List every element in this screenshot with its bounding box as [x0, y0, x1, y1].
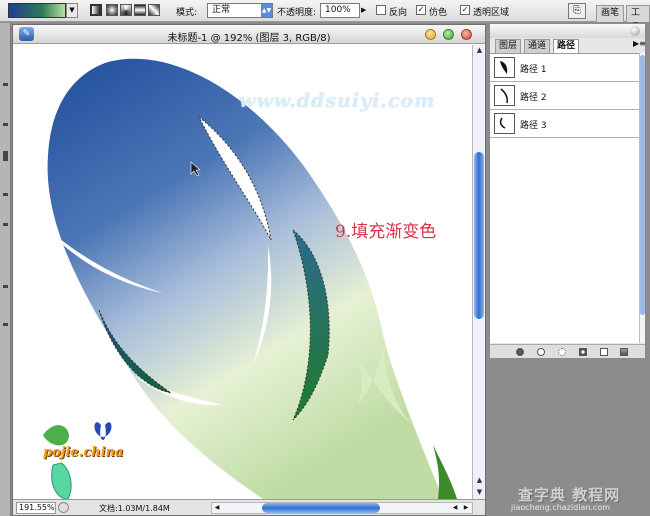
reverse-label: 反向: [389, 8, 408, 18]
tool-tick[interactable]: [3, 223, 8, 226]
diamond-gradient-button[interactable]: [148, 4, 160, 16]
panel-footer: [490, 344, 645, 358]
logo-leaf: [43, 425, 69, 446]
panel-menu-icon[interactable]: ▶≡: [633, 39, 646, 48]
stroke-path-icon[interactable]: [537, 348, 545, 356]
dock-tab-tools[interactable]: 工具: [626, 5, 650, 33]
path-row-2[interactable]: 路径 2: [490, 82, 639, 110]
vertical-scroll-thumb[interactable]: [474, 152, 484, 319]
zoom-button[interactable]: [443, 29, 454, 40]
path-thumbnail: [494, 85, 515, 106]
canvas[interactable]: www.ddsuiyi.com 9.填充渐变色 pojie.china: [13, 45, 471, 499]
tool-tick[interactable]: [3, 123, 8, 126]
toolbox-strip: [0, 23, 11, 516]
panel-close-icon[interactable]: [630, 26, 640, 36]
panel-header[interactable]: [490, 24, 645, 38]
tool-tick[interactable]: [3, 285, 8, 288]
mode-label: 模式:: [176, 8, 198, 18]
vertical-scrollbar[interactable]: ▲ ▲ ▼: [472, 45, 485, 499]
mode-value: 正常: [212, 5, 231, 15]
scroll-up-icon[interactable]: ▲: [474, 45, 485, 56]
site-watermark: 查字典 教程网: [518, 486, 621, 504]
tab-paths[interactable]: 路径: [553, 39, 580, 53]
opacity-arrow-icon[interactable]: ▶: [361, 6, 366, 14]
gradient-swatch[interactable]: [8, 3, 66, 18]
radial-gradient-button[interactable]: [106, 4, 118, 16]
transparency-label: 透明区域: [473, 8, 510, 18]
logo-text: pojie.china: [43, 445, 124, 460]
path-label: 路径 2: [520, 93, 547, 103]
status-bar: 191.55% 文档:1.03M/1.84M ◀ ◀ ▶: [13, 499, 485, 515]
path-thumbnail: [494, 57, 515, 78]
path-label: 路径 3: [520, 121, 547, 131]
logo-butterfly: [94, 422, 112, 440]
tool-tick[interactable]: [3, 193, 8, 196]
new-path-icon[interactable]: [600, 348, 608, 356]
site-url: jiaocheng.chazidian.com: [511, 503, 611, 512]
options-bar: ▼ 模式: 正常 ▲▼ 不透明度: 100% ▶ 反向 ✓ 仿色 ✓ 透明区域 …: [0, 0, 650, 33]
status-info-icon[interactable]: [58, 502, 69, 513]
scroll-left-icon[interactable]: ◀: [450, 503, 460, 513]
scroll-down-icon[interactable]: ▼: [474, 487, 485, 498]
feather-artwork: [43, 58, 457, 499]
select-arrow-icon: ▲▼: [261, 4, 272, 17]
angle-gradient-button[interactable]: [120, 4, 132, 16]
document-window: ✎ 未标题-1 @ 192% (图层 3, RGB/8) www.ddsuiyi…: [12, 24, 486, 516]
paths-panel: 图层 通道 路径 ▶≡ 路径 1 路径 2 路径 3: [489, 23, 646, 359]
path-thumbnail: [494, 113, 515, 134]
tab-layers[interactable]: 图层: [495, 39, 522, 53]
horizontal-scroll-thumb[interactable]: [262, 503, 380, 513]
opacity-label: 不透明度:: [277, 8, 317, 18]
reflected-gradient-button[interactable]: [134, 4, 146, 16]
reverse-checkbox[interactable]: [376, 5, 386, 15]
path-label: 路径 1: [520, 65, 547, 75]
panel-scrollbar[interactable]: [639, 53, 645, 343]
gradient-picker-arrow-icon[interactable]: ▼: [66, 3, 78, 18]
opacity-value: 100%: [325, 5, 351, 15]
tool-tick[interactable]: [3, 151, 8, 161]
tool-tick[interactable]: [3, 83, 8, 86]
scroll-up-icon[interactable]: ▲: [474, 475, 485, 486]
minimize-button[interactable]: [425, 29, 436, 40]
dither-checkbox[interactable]: ✓: [416, 5, 426, 15]
document-size-info: 文档:1.03M/1.84M: [99, 504, 170, 513]
file-browser-icon[interactable]: ⎘: [568, 3, 586, 19]
document-titlebar[interactable]: ✎ 未标题-1 @ 192% (图层 3, RGB/8): [13, 25, 485, 44]
fill-path-icon[interactable]: [516, 348, 524, 356]
scroll-left-icon[interactable]: ◀: [212, 503, 222, 513]
linear-gradient-button[interactable]: [90, 4, 102, 16]
load-selection-icon[interactable]: [558, 348, 566, 356]
step-label: 9.填充渐变色: [335, 222, 437, 242]
path-row-3[interactable]: 路径 3: [490, 110, 639, 138]
path-row-1[interactable]: 路径 1: [490, 54, 639, 82]
trash-icon[interactable]: [620, 348, 628, 356]
transparency-checkbox[interactable]: ✓: [460, 5, 470, 15]
dither-label: 仿色: [429, 8, 448, 18]
make-work-path-icon[interactable]: [579, 348, 587, 356]
mode-select[interactable]: 正常 ▲▼: [207, 3, 273, 18]
path-list: 路径 1 路径 2 路径 3: [490, 53, 639, 343]
logo-chrysalis: [51, 462, 72, 499]
canvas-watermark: www.ddsuiyi.com: [239, 90, 436, 112]
document-title: 未标题-1 @ 192% (图层 3, RGB/8): [167, 33, 331, 44]
tool-tick[interactable]: [3, 323, 8, 326]
dock-tab-brushes[interactable]: 画笔: [596, 5, 625, 22]
close-button[interactable]: [461, 29, 472, 40]
horizontal-scrollbar[interactable]: ◀ ◀ ▶: [211, 502, 473, 514]
scroll-right-icon[interactable]: ▶: [461, 503, 471, 513]
panel-scroll-thumb[interactable]: [640, 55, 645, 315]
opacity-input[interactable]: 100%: [320, 3, 360, 18]
zoom-field[interactable]: 191.55%: [16, 502, 56, 514]
tab-channels[interactable]: 通道: [524, 39, 551, 53]
